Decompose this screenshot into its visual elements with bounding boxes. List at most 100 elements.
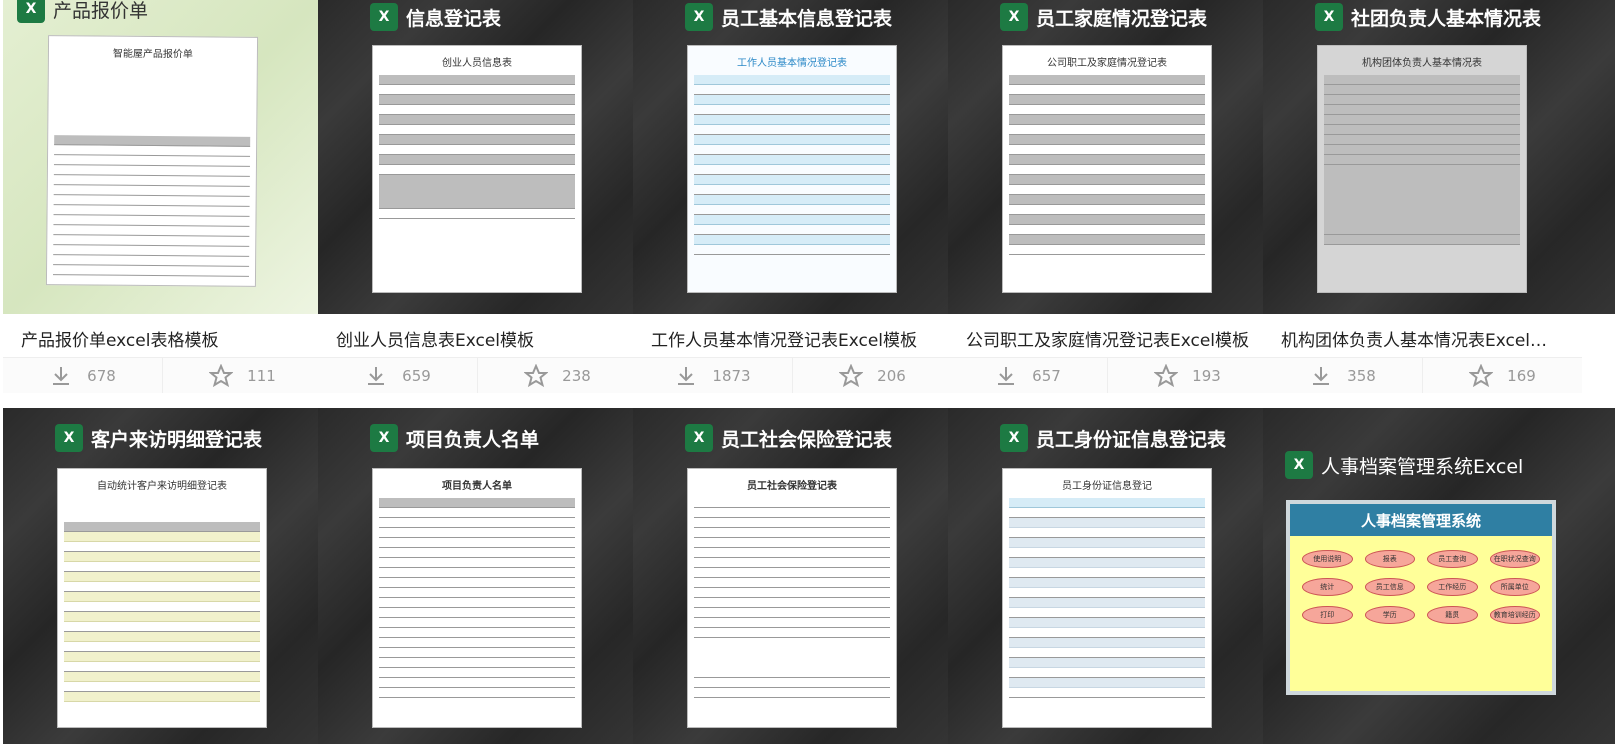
download-count: 659 [402, 366, 431, 385]
document-preview: 员工社会保险登记表 [687, 468, 897, 728]
excel-icon: X [1315, 3, 1343, 31]
download-icon [998, 366, 1015, 385]
hr-button: 报表 [1364, 550, 1415, 568]
star-count: 238 [562, 366, 591, 385]
template-thumbnail[interactable]: X 员工基本信息登记表 工作人员基本情况登记表 [633, 0, 952, 314]
thumb-header: X 员工身份证信息登记表 [1000, 423, 1226, 453]
thumb-title: 员工基本信息登记表 [721, 7, 893, 30]
template-card[interactable]: X 员工身份证信息登记表 员工身份证信息登记 [948, 408, 1267, 744]
star-icon [524, 363, 549, 387]
thumb-header: X 员工家庭情况登记表 [1000, 2, 1207, 32]
doc-title: 创业人员信息表 [442, 58, 512, 69]
hr-button: 打印 [1302, 606, 1353, 624]
document-preview: 项目负责人名单 [372, 468, 582, 728]
star-stat[interactable]: 206 [792, 358, 952, 393]
hr-system-preview: 人事档案管理系统 使用说明 报表 员工查询 在职状况查询 统计 员工信息 工作经… [1286, 500, 1556, 695]
template-stats: 358 169 [1263, 357, 1582, 393]
hr-button: 籍贯 [1427, 606, 1478, 624]
thumb-title: 人事档案管理系统Excel [1321, 455, 1524, 478]
document-preview: 创业人员信息表 [372, 45, 582, 293]
thumb-header: X 客户来访明细登记表 [55, 423, 262, 453]
hr-button: 员工信息 [1364, 578, 1415, 596]
doc-title: 机构团体负责人基本情况表 [1362, 58, 1482, 69]
thumb-header: X 员工基本信息登记表 [685, 2, 892, 32]
thumb-title: 产品报价单 [53, 0, 149, 22]
hr-button: 在职状况查询 [1489, 550, 1540, 568]
star-icon [1154, 363, 1179, 387]
template-card[interactable]: X 人事档案管理系统Excel 人事档案管理系统 使用说明 报表 员工查询 在职… [1263, 408, 1615, 744]
template-stats: 657 193 [948, 357, 1267, 393]
star-icon [209, 363, 234, 387]
star-stat[interactable]: 111 [162, 358, 322, 393]
template-card[interactable]: X 社团负责人基本情况表 机构团体负责人基本情况表 机构团体负责人基本情况表Ex… [1263, 0, 1615, 396]
excel-icon: X [1000, 424, 1028, 452]
excel-icon: X [55, 424, 83, 452]
template-thumbnail[interactable]: X 员工身份证信息登记表 员工身份证信息登记 [948, 408, 1267, 744]
download-icon [678, 366, 695, 385]
template-card[interactable]: X 员工家庭情况登记表 公司职工及家庭情况登记表 公司职工及家庭情况登记表Exc… [948, 0, 1267, 396]
download-stat[interactable]: 657 [948, 358, 1107, 393]
thumb-header: X 信息登记表 [370, 2, 501, 32]
thumb-title: 信息登记表 [406, 7, 502, 30]
document-preview: 工作人员基本情况登记表 [687, 45, 897, 293]
star-icon [1469, 363, 1494, 387]
star-count: 111 [247, 366, 276, 385]
template-caption[interactable]: 工作人员基本情况登记表Excel模板 [651, 326, 941, 351]
template-card[interactable]: X 项目负责人名单 项目负责人名单 [318, 408, 637, 744]
template-thumbnail[interactable]: X 产品报价单 智能屋产品报价单 [3, 0, 322, 314]
template-thumbnail[interactable]: X 信息登记表 创业人员信息表 [318, 0, 637, 314]
document-preview: 员工身份证信息登记 [1002, 468, 1212, 728]
hr-button: 学历 [1364, 606, 1415, 624]
template-thumbnail[interactable]: X 客户来访明细登记表 自动统计客户来访明细登记表 [3, 408, 322, 744]
download-count: 678 [87, 366, 116, 385]
thumb-header: X 人事档案管理系统Excel [1285, 450, 1523, 480]
excel-icon: X [370, 3, 398, 31]
template-card[interactable]: X 信息登记表 创业人员信息表 创业人员信息表Excel模板 659 238 [318, 0, 637, 396]
thumb-title: 员工家庭情况登记表 [1036, 7, 1208, 30]
download-stat[interactable]: 358 [1263, 358, 1422, 393]
template-caption[interactable]: 公司职工及家庭情况登记表Excel模板 [966, 326, 1256, 351]
template-thumbnail[interactable]: X 社团负责人基本情况表 机构团体负责人基本情况表 [1263, 0, 1615, 314]
star-stat[interactable]: 169 [1422, 358, 1582, 393]
template-card[interactable]: X 客户来访明细登记表 自动统计客户来访明细登记表 [3, 408, 322, 744]
doc-title: 工作人员基本情况登记表 [737, 58, 847, 69]
download-stat[interactable]: 1873 [633, 358, 792, 393]
star-count: 193 [1192, 366, 1221, 385]
hr-button: 统计 [1302, 578, 1353, 596]
excel-icon: X [1285, 451, 1313, 479]
doc-title: 员工社会保险登记表 [747, 481, 837, 492]
download-icon [368, 366, 385, 385]
download-icon [53, 366, 70, 385]
excel-icon: X [370, 424, 398, 452]
document-preview: 自动统计客户来访明细登记表 [57, 468, 267, 728]
doc-title: 自动统计客户来访明细登记表 [97, 481, 227, 492]
thumb-title: 员工身份证信息登记表 [1036, 428, 1227, 451]
download-stat[interactable]: 678 [3, 358, 162, 393]
thumb-title: 社团负责人基本情况表 [1351, 7, 1542, 30]
template-card[interactable]: X 产品报价单 智能屋产品报价单 产品报价单excel表格模板 678 111 [3, 0, 322, 396]
template-thumbnail[interactable]: X 项目负责人名单 项目负责人名单 [318, 408, 637, 744]
hr-button: 员工查询 [1427, 550, 1478, 568]
star-stat[interactable]: 238 [477, 358, 637, 393]
template-thumbnail[interactable]: X 员工家庭情况登记表 公司职工及家庭情况登记表 [948, 0, 1267, 314]
thumb-header: X 员工社会保险登记表 [685, 423, 892, 453]
document-preview: 公司职工及家庭情况登记表 [1002, 45, 1212, 293]
doc-title: 项目负责人名单 [442, 481, 512, 492]
template-card[interactable]: X 员工基本信息登记表 工作人员基本情况登记表 工作人员基本情况登记表Excel… [633, 0, 952, 396]
hr-button: 教育培训经历 [1489, 606, 1540, 624]
template-thumbnail[interactable]: X 人事档案管理系统Excel 人事档案管理系统 使用说明 报表 员工查询 在职… [1263, 408, 1615, 744]
doc-title: 员工身份证信息登记 [1062, 481, 1152, 492]
template-card[interactable]: X 员工社会保险登记表 员工社会保险登记表 [633, 408, 952, 744]
excel-icon: X [685, 424, 713, 452]
template-caption[interactable]: 创业人员信息表Excel模板 [336, 326, 626, 351]
document-preview: 智能屋产品报价单 [45, 35, 259, 287]
template-caption[interactable]: 机构团体负责人基本情况表Excel模板 [1281, 326, 1551, 351]
star-icon [839, 363, 864, 387]
template-thumbnail[interactable]: X 员工社会保险登记表 员工社会保险登记表 [633, 408, 952, 744]
doc-title: 人事档案管理系统 [1290, 504, 1552, 536]
star-stat[interactable]: 193 [1107, 358, 1267, 393]
hr-button: 使用说明 [1302, 550, 1353, 568]
download-count: 1873 [712, 366, 751, 385]
template-caption[interactable]: 产品报价单excel表格模板 [21, 326, 311, 351]
download-stat[interactable]: 659 [318, 358, 477, 393]
